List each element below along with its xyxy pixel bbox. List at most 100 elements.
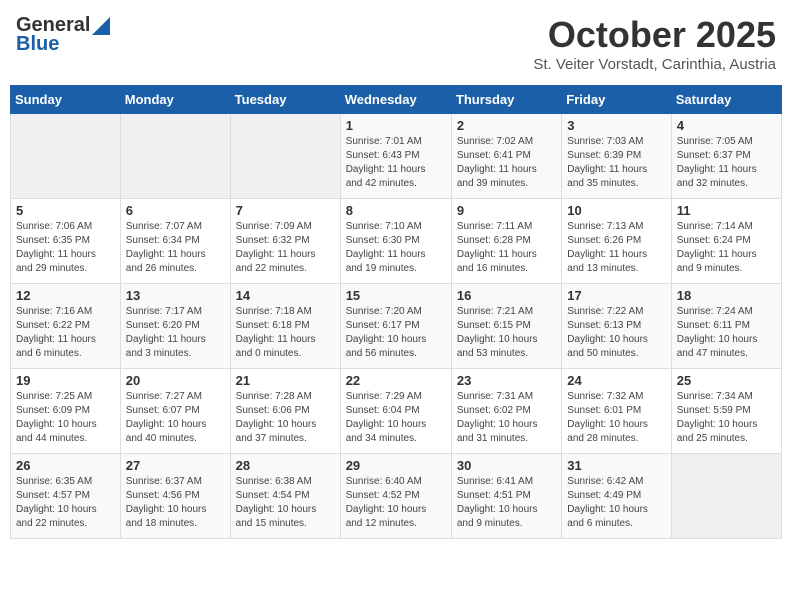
- day-info: Sunrise: 7:20 AM Sunset: 6:17 PM Dayligh…: [346, 305, 446, 361]
- calendar-cell: 14 Sunrise: 7:18 AM Sunset: 6:18 PM Dayli…: [230, 284, 340, 369]
- week-row-1: 1Sunrise: 7:01 AM Sunset: 6:43 PM Daylig…: [11, 114, 782, 199]
- day-info: Sunrise: 7:11 AM Sunset: 6:28 PM Dayligh…: [457, 220, 556, 276]
- calendar-cell: 23 Sunrise: 7:31 AM Sunset: 6:02 PM Dayli…: [451, 369, 561, 454]
- day-info: Sunrise: 7:34 AM Sunset: 5:59 PM Dayligh…: [677, 390, 776, 446]
- day-number: 2: [457, 118, 556, 133]
- day-number: 27: [126, 458, 225, 473]
- location-title: St. Veiter Vorstadt, Carinthia, Austria: [533, 56, 776, 73]
- calendar-table: SundayMondayTuesdayWednesdayThursdayFrid…: [10, 85, 782, 539]
- day-number: 12: [16, 288, 115, 303]
- day-info: Sunrise: 6:41 AM Sunset: 4:51 PM Dayligh…: [457, 475, 556, 531]
- day-number: 5: [16, 203, 115, 218]
- calendar-cell: [11, 114, 121, 199]
- day-info: Sunrise: 7:02 AM Sunset: 6:41 PM Dayligh…: [457, 135, 556, 191]
- calendar-cell: [230, 114, 340, 199]
- calendar-cell: 13Sunrise: 7:17 AM Sunset: 6:20 PM Dayli…: [120, 284, 230, 369]
- calendar-cell: 5 Sunrise: 7:06 AM Sunset: 6:35 PM Daylig…: [11, 199, 121, 284]
- calendar-cell: 30 Sunrise: 6:41 AM Sunset: 4:51 PM Dayli…: [451, 454, 561, 539]
- day-number: 23: [457, 373, 556, 388]
- day-info: Sunrise: 7:18 AM Sunset: 6:18 PM Dayligh…: [236, 305, 335, 361]
- week-row-4: 19 Sunrise: 7:25 AM Sunset: 6:09 PM Dayli…: [11, 369, 782, 454]
- day-info: Sunrise: 6:40 AM Sunset: 4:52 PM Dayligh…: [346, 475, 446, 531]
- day-info: Sunrise: 7:25 AM Sunset: 6:09 PM Dayligh…: [16, 390, 115, 446]
- day-number: 16: [457, 288, 556, 303]
- day-info: Sunrise: 7:28 AM Sunset: 6:06 PM Dayligh…: [236, 390, 335, 446]
- day-info: Sunrise: 7:27 AM Sunset: 6:07 PM Dayligh…: [126, 390, 225, 446]
- day-info: Sunrise: 7:21 AM Sunset: 6:15 PM Dayligh…: [457, 305, 556, 361]
- weekday-header-sunday: Sunday: [11, 86, 121, 114]
- day-info: Sunrise: 7:03 AM Sunset: 6:39 PM Dayligh…: [567, 135, 665, 191]
- calendar-header-row: SundayMondayTuesdayWednesdayThursdayFrid…: [11, 86, 782, 114]
- day-number: 4: [677, 118, 776, 133]
- calendar-cell: 18Sunrise: 7:24 AM Sunset: 6:11 PM Dayli…: [671, 284, 781, 369]
- day-number: 9: [457, 203, 556, 218]
- day-info: Sunrise: 7:10 AM Sunset: 6:30 PM Dayligh…: [346, 220, 446, 276]
- calendar-cell: 16 Sunrise: 7:21 AM Sunset: 6:15 PM Dayli…: [451, 284, 561, 369]
- calendar-cell: 7 Sunrise: 7:09 AM Sunset: 6:32 PM Daylig…: [230, 199, 340, 284]
- calendar-cell: 8 Sunrise: 7:10 AM Sunset: 6:30 PM Daylig…: [340, 199, 451, 284]
- calendar-cell: 3 Sunrise: 7:03 AM Sunset: 6:39 PM Daylig…: [562, 114, 671, 199]
- weekday-header-tuesday: Tuesday: [230, 86, 340, 114]
- day-number: 29: [346, 458, 446, 473]
- day-number: 25: [677, 373, 776, 388]
- day-info: Sunrise: 6:35 AM Sunset: 4:57 PM Dayligh…: [16, 475, 115, 531]
- day-number: 11: [677, 203, 776, 218]
- calendar-cell: 1Sunrise: 7:01 AM Sunset: 6:43 PM Daylig…: [340, 114, 451, 199]
- day-info: Sunrise: 7:13 AM Sunset: 6:26 PM Dayligh…: [567, 220, 665, 276]
- day-number: 19: [16, 373, 115, 388]
- day-number: 8: [346, 203, 446, 218]
- calendar-cell: 6 Sunrise: 7:07 AM Sunset: 6:34 PM Daylig…: [120, 199, 230, 284]
- day-number: 15: [346, 288, 446, 303]
- day-number: 7: [236, 203, 335, 218]
- logo-blue-text: Blue: [16, 33, 59, 56]
- calendar-cell: 22Sunrise: 7:29 AM Sunset: 6:04 PM Dayli…: [340, 369, 451, 454]
- calendar-cell: 2 Sunrise: 7:02 AM Sunset: 6:41 PM Daylig…: [451, 114, 561, 199]
- calendar-cell: 10 Sunrise: 7:13 AM Sunset: 6:26 PM Dayli…: [562, 199, 671, 284]
- day-number: 18: [677, 288, 776, 303]
- weekday-header-wednesday: Wednesday: [340, 86, 451, 114]
- day-info: Sunrise: 7:16 AM Sunset: 6:22 PM Dayligh…: [16, 305, 115, 361]
- calendar-cell: 12 Sunrise: 7:16 AM Sunset: 6:22 PM Dayli…: [11, 284, 121, 369]
- day-number: 20: [126, 373, 225, 388]
- day-info: Sunrise: 7:05 AM Sunset: 6:37 PM Dayligh…: [677, 135, 776, 191]
- day-number: 24: [567, 373, 665, 388]
- day-info: Sunrise: 7:06 AM Sunset: 6:35 PM Dayligh…: [16, 220, 115, 276]
- day-number: 14: [236, 288, 335, 303]
- page-header: General Blue October 2025 St. Veiter Vor…: [10, 10, 782, 77]
- day-number: 28: [236, 458, 335, 473]
- day-number: 3: [567, 118, 665, 133]
- calendar-cell: 25 Sunrise: 7:34 AM Sunset: 5:59 PM Dayli…: [671, 369, 781, 454]
- calendar-cell: 26 Sunrise: 6:35 AM Sunset: 4:57 PM Dayli…: [11, 454, 121, 539]
- day-info: Sunrise: 6:42 AM Sunset: 4:49 PM Dayligh…: [567, 475, 665, 531]
- day-number: 31: [567, 458, 665, 473]
- calendar-cell: 29 Sunrise: 6:40 AM Sunset: 4:52 PM Dayli…: [340, 454, 451, 539]
- logo-triangle-icon: [92, 17, 110, 35]
- weekday-header-monday: Monday: [120, 86, 230, 114]
- day-info: Sunrise: 7:32 AM Sunset: 6:01 PM Dayligh…: [567, 390, 665, 446]
- day-info: Sunrise: 7:09 AM Sunset: 6:32 PM Dayligh…: [236, 220, 335, 276]
- day-number: 10: [567, 203, 665, 218]
- calendar-cell: 15 Sunrise: 7:20 AM Sunset: 6:17 PM Dayli…: [340, 284, 451, 369]
- calendar-cell: 9 Sunrise: 7:11 AM Sunset: 6:28 PM Daylig…: [451, 199, 561, 284]
- calendar-cell: [671, 454, 781, 539]
- calendar-cell: 28 Sunrise: 6:38 AM Sunset: 4:54 PM Dayli…: [230, 454, 340, 539]
- calendar-cell: 27Sunrise: 6:37 AM Sunset: 4:56 PM Dayli…: [120, 454, 230, 539]
- calendar-cell: 19 Sunrise: 7:25 AM Sunset: 6:09 PM Dayli…: [11, 369, 121, 454]
- calendar-cell: 21 Sunrise: 7:28 AM Sunset: 6:06 PM Dayli…: [230, 369, 340, 454]
- day-info: Sunrise: 6:38 AM Sunset: 4:54 PM Dayligh…: [236, 475, 335, 531]
- calendar-cell: 20 Sunrise: 7:27 AM Sunset: 6:07 PM Dayli…: [120, 369, 230, 454]
- day-number: 21: [236, 373, 335, 388]
- day-number: 1: [346, 118, 446, 133]
- day-info: Sunrise: 7:31 AM Sunset: 6:02 PM Dayligh…: [457, 390, 556, 446]
- logo: General Blue: [16, 14, 110, 56]
- day-number: 17: [567, 288, 665, 303]
- day-info: Sunrise: 7:07 AM Sunset: 6:34 PM Dayligh…: [126, 220, 225, 276]
- day-number: 30: [457, 458, 556, 473]
- day-info: Sunrise: 7:29 AM Sunset: 6:04 PM Dayligh…: [346, 390, 446, 446]
- day-info: Sunrise: 7:17 AM Sunset: 6:20 PM Dayligh…: [126, 305, 225, 361]
- day-number: 6: [126, 203, 225, 218]
- calendar-cell: [120, 114, 230, 199]
- calendar-cell: 4 Sunrise: 7:05 AM Sunset: 6:37 PM Daylig…: [671, 114, 781, 199]
- calendar-cell: 24 Sunrise: 7:32 AM Sunset: 6:01 PM Dayli…: [562, 369, 671, 454]
- day-number: 26: [16, 458, 115, 473]
